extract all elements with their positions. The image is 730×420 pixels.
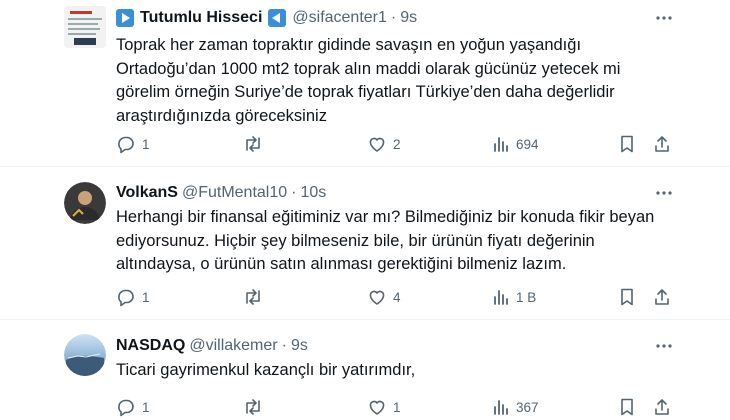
action-bar: 1 2 694 [116,133,676,155]
more-options-icon[interactable] [654,183,674,203]
author-name[interactable]: VolkanS [116,184,178,202]
author-handle[interactable]: @FutMental10 [182,184,287,202]
bookmark-icon [621,288,633,306]
timestamp[interactable]: 9s [400,9,417,27]
divider [0,166,730,167]
action-bar: 1 4 1 B [116,286,676,308]
views-chart-icon [494,137,508,152]
timestamp[interactable]: 9s [291,337,308,355]
reply-count: 1 [142,399,150,415]
avatar[interactable] [64,6,106,48]
tweet-header: NASDAQ @villakemer · 9s [116,335,308,357]
author-handle[interactable]: @sifacenter1 [292,9,387,27]
tweet-text: Toprak her zaman topraktır gidinde savaş… [116,34,636,128]
divider [0,319,730,320]
views-chart-icon [494,290,508,305]
heart-icon [369,137,385,152]
reply-button[interactable]: 1 [116,286,150,308]
heart-icon [369,290,385,305]
play-emoji-icon [116,9,134,27]
share-icon [655,289,669,305]
reply-count: 1 [142,136,150,152]
repost-button[interactable] [242,286,270,308]
tweet-text-line: ediyorsunuz. Hiçbir şey bilmeseniz bile,… [116,231,595,250]
share-button[interactable] [652,396,672,418]
view-count: 367 [516,399,539,415]
reply-icon [118,289,134,307]
tweet-text: Ticari gayrimenkul kazançlı bir yatırımd… [116,359,636,383]
bookmark-icon [621,135,633,153]
reply-button[interactable]: 1 [116,396,150,418]
tweet-header: VolkanS @FutMental10 · 10s [116,182,326,204]
repost-button[interactable] [242,396,270,418]
like-button[interactable]: 4 [367,286,401,308]
reply-icon [118,136,134,154]
tweet-text-line: Ortadoğu’dan 1000 mt2 toprak alın maddi … [116,59,621,78]
like-button[interactable]: 1 [367,396,401,418]
bookmark-button[interactable] [618,286,636,308]
share-icon [655,136,669,152]
repost-icon [246,399,260,415]
avatar[interactable] [64,182,106,224]
view-count: 1 B [516,289,537,305]
like-button[interactable]: 2 [367,133,401,155]
tweet-text-line: Ticari gayrimenkul kazançlı bir yatırımd… [116,361,416,379]
like-count: 4 [393,289,401,305]
tweet-text-line: altındaysa, o ürünün satın alınması gere… [116,255,567,273]
separator-dot: · [291,184,297,201]
view-count: 694 [516,136,539,152]
views-button[interactable]: 694 [492,133,539,155]
reply-button[interactable]: 1 [116,133,150,155]
timestamp[interactable]: 10s [300,184,326,202]
tweet-header: Tutumlu Hisseci @sifacenter1 · 9s [116,7,417,29]
views-button[interactable]: 367 [492,396,539,418]
action-bar: 1 1 367 [116,396,676,418]
separator-dot: · [281,337,287,354]
tweet-text-line: araştırdığınızda göreceksiniz [116,106,327,125]
share-icon [655,399,669,415]
repost-button[interactable] [242,133,270,155]
reply-count: 1 [142,289,150,305]
author-handle[interactable]: @villakemer [189,337,277,355]
bookmark-icon [621,398,633,416]
share-button[interactable] [652,286,672,308]
tweet-text-line: görelim örneğin Suriye’de toprak fiyatla… [116,83,615,101]
reply-icon [118,399,134,417]
avatar[interactable] [64,334,106,376]
like-count: 1 [393,399,401,415]
author-name[interactable]: Tutumlu Hisseci [140,9,262,27]
bookmark-button[interactable] [618,396,636,418]
more-options-icon[interactable] [654,336,674,356]
author-name[interactable]: NASDAQ [116,337,185,355]
repost-icon [246,289,260,305]
reverse-emoji-icon [268,9,287,27]
like-count: 2 [393,136,401,152]
views-chart-icon [494,400,508,415]
more-options-icon[interactable] [654,8,674,28]
separator-dot: · [390,9,397,26]
repost-icon [246,136,260,152]
tweet-text-line: Herhangi bir finansal eğitiminiz var mı?… [116,208,655,226]
bookmark-button[interactable] [618,133,636,155]
share-button[interactable] [652,133,672,155]
tweet-text: Herhangi bir finansal eğitiminiz var mı?… [116,206,656,277]
heart-icon [369,400,385,415]
tweet-text-line: Toprak her zaman topraktır gidinde savaş… [116,36,582,54]
views-button[interactable]: 1 B [492,286,536,308]
